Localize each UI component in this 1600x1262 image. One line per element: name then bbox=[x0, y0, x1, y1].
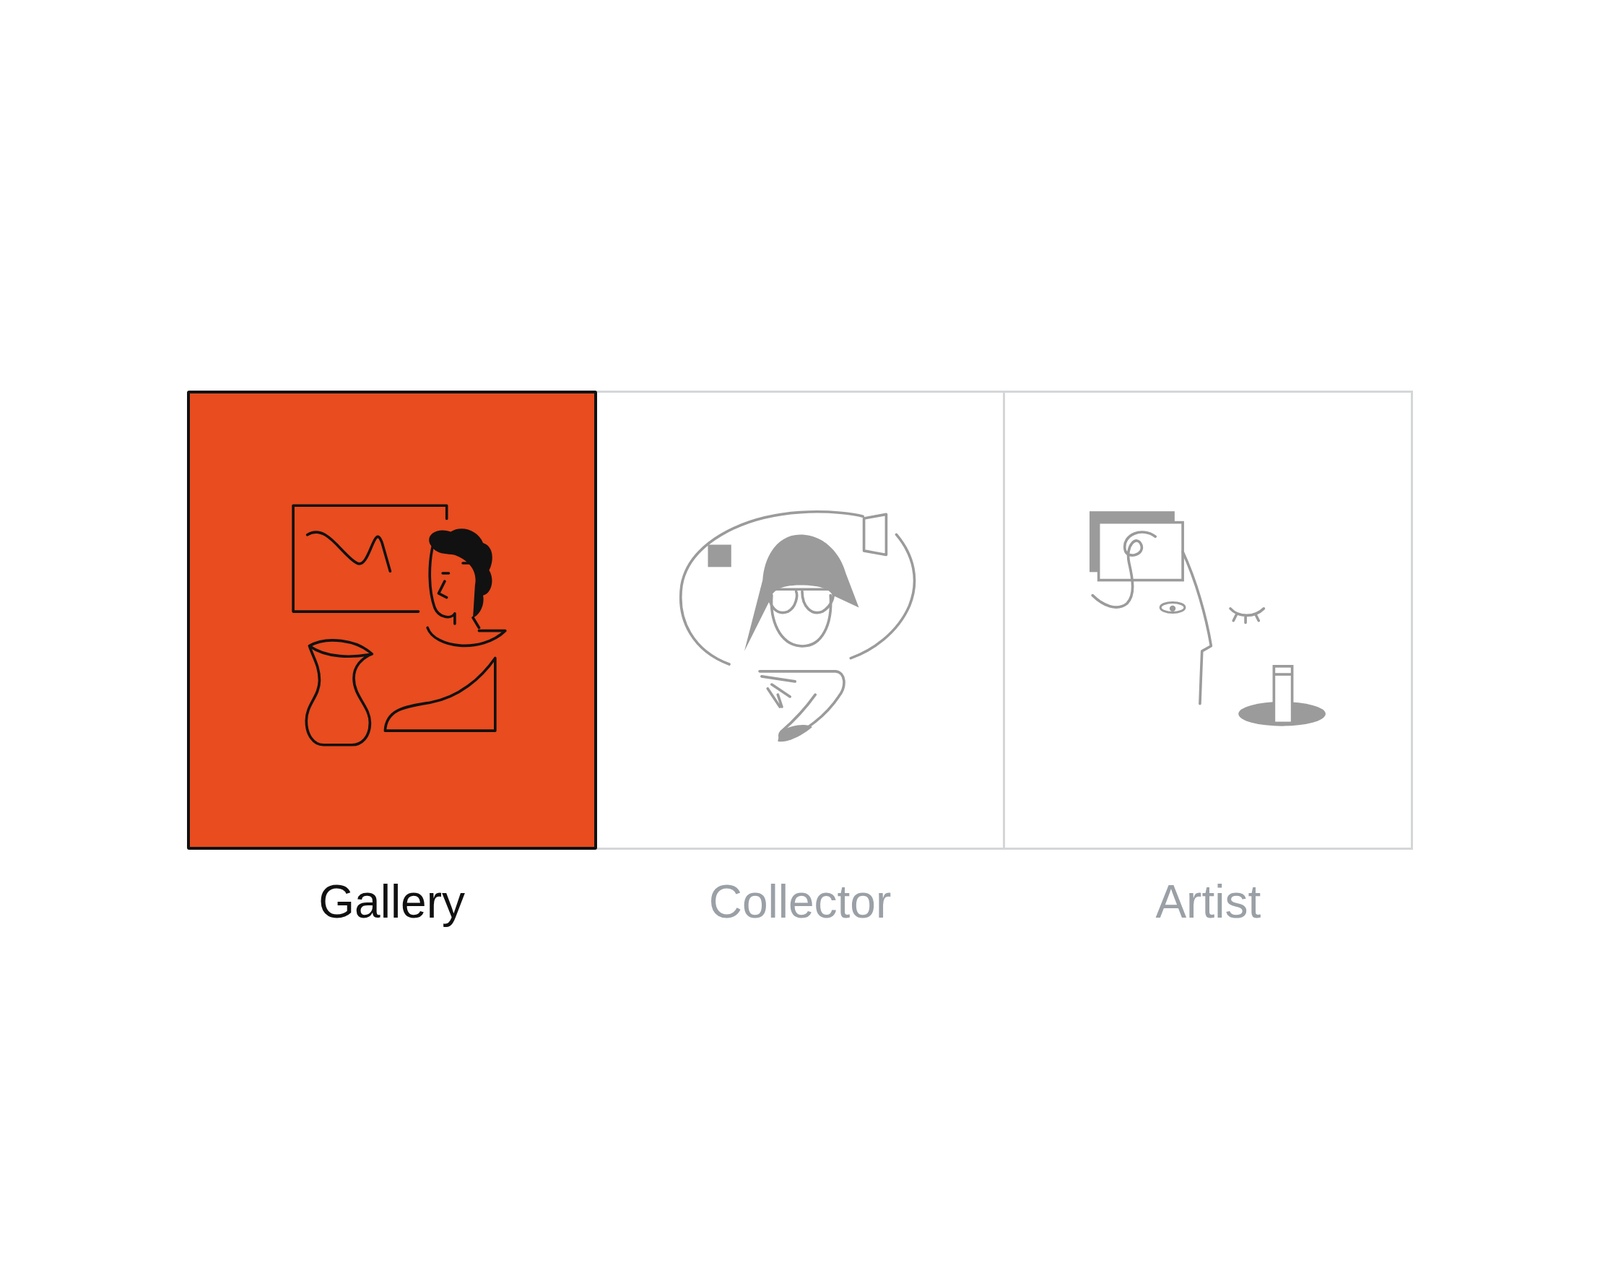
role-picker: GalleryCollectorArtist bbox=[187, 0, 1413, 930]
role-card[interactable] bbox=[1002, 390, 1413, 850]
gallery-icon bbox=[189, 393, 595, 847]
role-card[interactable] bbox=[594, 390, 1006, 850]
artist-icon bbox=[1005, 392, 1411, 848]
role-card[interactable] bbox=[187, 390, 598, 850]
role-label[interactable]: Gallery bbox=[187, 849, 596, 930]
role-label[interactable]: Artist bbox=[1004, 849, 1413, 930]
role-option[interactable]: Gallery bbox=[187, 390, 596, 930]
role-option[interactable]: Artist bbox=[1004, 390, 1413, 930]
role-label[interactable]: Collector bbox=[595, 849, 1004, 930]
collector-icon bbox=[597, 392, 1003, 848]
role-option[interactable]: Collector bbox=[595, 390, 1004, 930]
